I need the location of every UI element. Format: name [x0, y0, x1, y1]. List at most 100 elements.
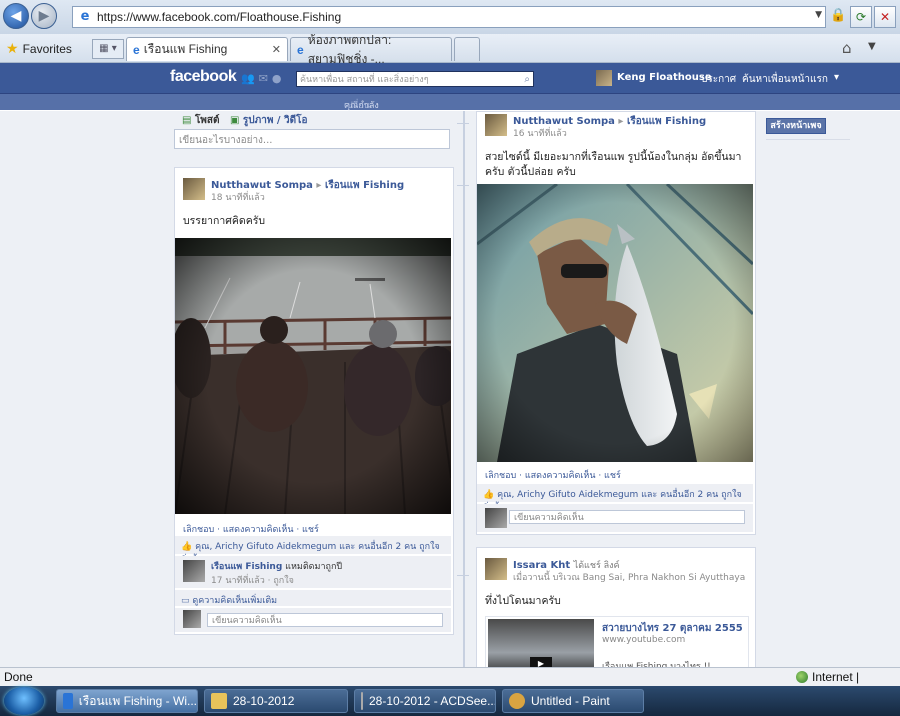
profile-name-link[interactable]: Keng Floathouse [617, 72, 712, 83]
photo-icon[interactable]: ▣ [230, 115, 239, 126]
timeline-line [463, 111, 465, 667]
comment-author-link[interactable]: เรือนแพ Fishing [211, 562, 282, 572]
tab-bar: ★ Favorites ▦ ▾ e เรือนแพ Fishing ✕ e ห้… [0, 33, 900, 66]
play-icon[interactable]: ▶ [530, 657, 552, 667]
avatar[interactable] [183, 560, 205, 582]
target-page-link[interactable]: เรือนแพ Fishing [325, 180, 404, 191]
tab-floathouse[interactable]: e เรือนแพ Fishing ✕ [126, 37, 288, 61]
chevron-down-icon[interactable]: ▼ [815, 10, 822, 20]
comment-input[interactable]: เขียนความคิดเห็น [207, 613, 443, 627]
favorites-label: Favorites [22, 41, 72, 56]
url-field[interactable]: e https://www.facebook.com/Floathouse.Fi… [72, 6, 826, 28]
avatar [183, 610, 201, 628]
post-photo[interactable] [175, 238, 451, 514]
ie-tab-icon: e [133, 42, 140, 57]
post-text: สวยไซด์นี้ มีเยอะมากที่เรือนแพ รูปนี้น้อ… [485, 151, 742, 178]
fishing-pier-photo [175, 238, 451, 514]
taskbar-label: Untitled - Paint [531, 694, 610, 708]
acdsee-icon [361, 692, 363, 710]
close-icon[interactable]: ✕ [272, 43, 281, 56]
link-preview[interactable]: ▶ สวายบางไทร 27 ตุลาคม 2555 www.youtube.… [485, 616, 749, 667]
link-description: เรือนแพ Fishing บางไทร !! [602, 662, 711, 667]
comment-item: เรือนแพ Fishing แหมติดมาถูกปี 17 นาทีที่… [175, 556, 451, 588]
comment-input[interactable]: เขียนความคิดเห็น [509, 510, 745, 524]
taskbar-item-browser[interactable]: เรือนแพ Fishing - Wi... [56, 689, 198, 713]
post-text: ทึ่งไปโดนมาครับ [485, 595, 561, 607]
target-page-link[interactable]: เรือนแพ Fishing [627, 116, 706, 127]
tab-label: เรือนแพ Fishing [143, 42, 228, 56]
search-placeholder: ค้นหาเพื่อน สถานที่ และสิ่งอย่างๆ [300, 75, 429, 85]
url-text: https://www.facebook.com/Floathouse.Fish… [97, 10, 342, 24]
taskbar-label: 28-10-2012 [233, 694, 295, 708]
taskbar-item-acdsee[interactable]: 28-10-2012 - ACDSee... [354, 689, 496, 713]
facebook-logo[interactable]: facebook [170, 68, 237, 86]
paint-icon [509, 693, 525, 709]
notification-icons[interactable]: 👥✉● [241, 72, 286, 85]
post-text: บรรยากาศคิดครับ [183, 215, 266, 227]
back-button[interactable]: ◀ [3, 3, 29, 29]
post-actions[interactable]: เลิกชอบ · แสดงความคิดเห็น · แชร์ [485, 468, 621, 482]
avatar [485, 508, 507, 528]
taskbar-item-paint[interactable]: Untitled - Paint [502, 689, 644, 713]
composer-tabs: ▤ โพสต์ ▣ รูปภาพ / วิดีโอ [182, 113, 308, 128]
link-title[interactable]: สวายบางไทร 27 ตุลาคม 2555 [602, 621, 743, 636]
acting-as-bar: คุณกำลังโพสต์ แสดงความคิดเห็น และถูกใจใน… [0, 94, 900, 188]
post-location[interactable]: เมื่อวานนี้ บริเวณ Bang Sai, Phra Nakhon… [513, 570, 745, 584]
comment-meta[interactable]: 17 นาทีที่แล้ว · ถูกใจ [211, 573, 294, 587]
post-card: Nutthawut Sompa ▸ เรือนแพ Fishing 18 นาท… [174, 167, 454, 635]
status-input[interactable]: เขียนอะไรบางอย่าง... [174, 129, 450, 149]
forward-button[interactable]: ▶ [31, 3, 57, 29]
avatar[interactable] [596, 70, 612, 86]
composer-tab-post[interactable]: โพสต์ [195, 115, 220, 126]
timeline-page: ▤ โพสต์ ▣ รูปภาพ / วิดีโอ เขียนอะไรบางอย… [0, 111, 900, 667]
post-actions[interactable]: เลิกชอบ · แสดงความคิดเห็น · แชร์ [183, 522, 319, 536]
timeline-tick [457, 123, 469, 124]
tab-siamfishing[interactable]: e ห้องภาพตกปลา: สยามฟิชชิ่ง -... [290, 33, 452, 66]
nav-home[interactable]: หน้าแรก [791, 72, 828, 87]
avatar[interactable] [485, 558, 507, 580]
video-thumbnail[interactable]: ▶ [488, 619, 594, 667]
fish-catch-photo [477, 184, 753, 462]
search-icon[interactable]: ⌕ [524, 72, 530, 88]
thumbs-up-icon: 👍 [483, 490, 495, 500]
favorites-button[interactable]: ★ Favorites [6, 40, 72, 57]
comment-icon: ▭ [181, 596, 190, 606]
stop-button[interactable]: ✕ [874, 6, 896, 28]
post-time[interactable]: 18 นาทีที่แล้ว [211, 190, 265, 204]
thumbs-up-icon: 👍 [181, 542, 193, 552]
lock-icon[interactable]: 🔒 [830, 8, 846, 24]
new-tab-button[interactable] [454, 37, 480, 61]
search-input[interactable]: ค้นหาเพื่อน สถานที่ และสิ่งอย่างๆ ⌕ [296, 71, 534, 87]
post-photo[interactable] [477, 184, 753, 462]
divider [766, 139, 850, 140]
post-icon[interactable]: ▤ [182, 115, 191, 126]
likes-summary: 👍 คุณ, Arichy Gifuto Aidekmegum และ คนอื… [477, 484, 753, 514]
globe-icon [796, 671, 808, 683]
create-page-button[interactable]: สร้างหน้าเพจ [766, 118, 826, 134]
taskbar-label: 28-10-2012 - ACDSee... [369, 694, 496, 708]
account-menu-icon[interactable]: ▾ [834, 72, 839, 83]
comment-text: แหมติดมาถูกปี [285, 562, 343, 572]
taskbar: เรือนแพ Fishing - Wi... 28-10-2012 28-10… [0, 686, 900, 716]
refresh-button[interactable]: ⟳ [850, 6, 872, 28]
avatar[interactable] [485, 114, 507, 136]
avatar[interactable] [183, 178, 205, 200]
composer-tab-photo[interactable]: รูปภาพ / วิดีโอ [243, 115, 308, 126]
timeline-tick [457, 185, 469, 186]
more-comments-link[interactable]: ดูความคิดเห็นเพิ่มเติม [192, 596, 277, 606]
status-bar: Done Internet | Protecte [0, 667, 900, 698]
nav-find-friends[interactable]: ค้นหาเพื่อน [742, 72, 791, 87]
chevron-down-icon[interactable]: ▼ [868, 41, 876, 52]
start-button[interactable] [4, 687, 44, 715]
post-time[interactable]: 16 นาทีที่แล้ว [513, 126, 567, 140]
nav-notices[interactable]: ประกาศ [701, 72, 736, 87]
folder-icon [211, 693, 227, 709]
quick-tabs-button[interactable]: ▦ ▾ [92, 39, 124, 59]
home-icon[interactable]: ⌂ [842, 39, 852, 57]
arrow-icon: ▸ [316, 180, 322, 191]
composer: ▤ โพสต์ ▣ รูปภาพ / วิดีโอ เขียนอะไรบางอย… [174, 111, 452, 153]
taskbar-item-folder[interactable]: 28-10-2012 [204, 689, 348, 713]
post-card: Issara Kht ได้แชร์ ลิงค์ เมื่อวานนี้ บริ… [476, 547, 756, 667]
comment-body: เรือนแพ Fishing แหมติดมาถูกปี [211, 559, 342, 573]
post-card: Nutthawut Sompa ▸ เรือนแพ Fishing 16 นาท… [476, 111, 756, 535]
